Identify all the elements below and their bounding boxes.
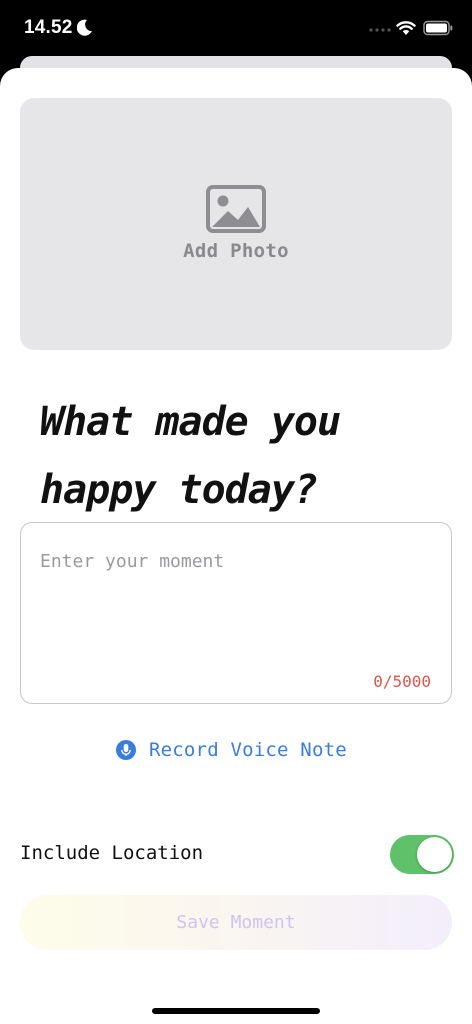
add-photo-label[interactable]: Add Photo — [0, 240, 472, 262]
toggle-knob — [417, 837, 452, 872]
save-moment-button[interactable]: Save Moment — [20, 895, 452, 950]
cellular-dots-icon — [369, 28, 391, 32]
character-count: 0/5000 — [373, 672, 431, 691]
battery-icon — [423, 20, 453, 36]
save-moment-label: Save Moment — [176, 912, 296, 933]
microphone-icon — [116, 740, 136, 760]
include-location-toggle[interactable] — [390, 835, 454, 874]
status-bar: 14.52 — [0, 0, 472, 56]
record-voice-note-button[interactable]: Record Voice Note — [116, 737, 347, 763]
include-location-label: Include Location — [20, 842, 204, 864]
moon-icon — [77, 19, 92, 36]
image-icon[interactable] — [206, 185, 266, 233]
prompt-title: What made you happy today? — [40, 399, 341, 513]
home-indicator — [152, 1008, 320, 1014]
record-voice-note-label: Record Voice Note — [149, 739, 347, 761]
wifi-icon — [396, 21, 416, 35]
moment-input[interactable] — [40, 551, 430, 661]
status-time: 14.52 — [24, 17, 73, 38]
moment-field[interactable]: 0/5000 — [20, 522, 452, 704]
